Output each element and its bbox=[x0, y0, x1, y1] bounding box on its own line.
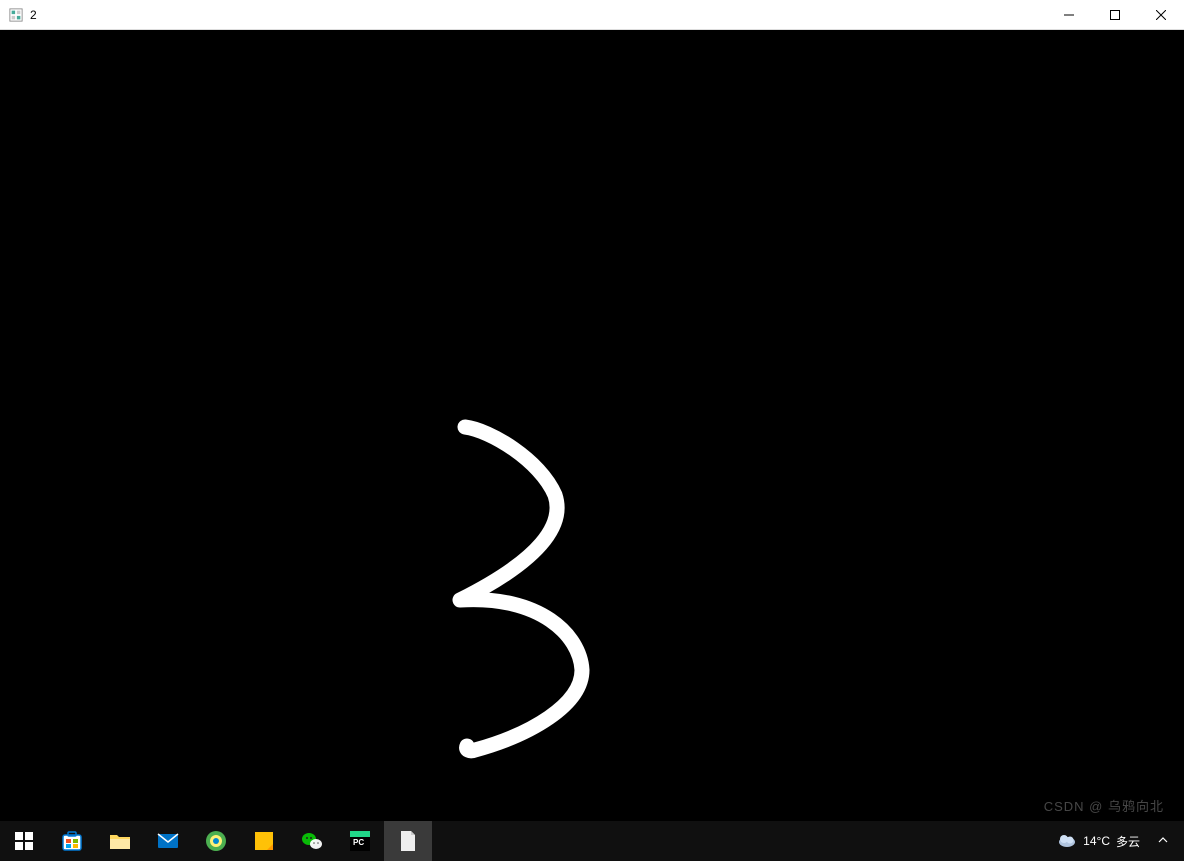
window-titlebar: 2 bbox=[0, 0, 1184, 30]
weather-desc: 多云 bbox=[1116, 833, 1140, 850]
taskbar-store-icon[interactable] bbox=[48, 821, 96, 861]
taskbar-wechat-icon[interactable] bbox=[288, 821, 336, 861]
window-title: 2 bbox=[30, 8, 37, 22]
taskbar: PC 14°C 多云 bbox=[0, 821, 1184, 861]
taskbar-right: 14°C 多云 bbox=[1051, 821, 1184, 861]
taskbar-explorer-icon[interactable] bbox=[96, 821, 144, 861]
handwritten-digit bbox=[0, 30, 1184, 821]
svg-text:PC: PC bbox=[353, 838, 364, 847]
system-tray bbox=[1154, 830, 1172, 852]
cloud-icon bbox=[1057, 832, 1077, 851]
taskbar-left: PC bbox=[0, 821, 432, 861]
weather-temp: 14°C bbox=[1083, 834, 1110, 848]
app-icon bbox=[8, 7, 24, 23]
taskbar-document-icon[interactable] bbox=[384, 821, 432, 861]
drawing-canvas[interactable] bbox=[0, 30, 1184, 821]
taskbar-pycharm-icon[interactable]: PC bbox=[336, 821, 384, 861]
maximize-button[interactable] bbox=[1092, 0, 1138, 29]
start-button[interactable] bbox=[0, 821, 48, 861]
taskbar-edge-icon[interactable] bbox=[192, 821, 240, 861]
window-controls bbox=[1046, 0, 1184, 29]
weather-widget[interactable]: 14°C 多云 bbox=[1051, 821, 1146, 861]
titlebar-left: 2 bbox=[8, 7, 37, 23]
taskbar-mail-icon[interactable] bbox=[144, 821, 192, 861]
minimize-button[interactable] bbox=[1046, 0, 1092, 29]
taskbar-sticky-icon[interactable] bbox=[240, 821, 288, 861]
close-button[interactable] bbox=[1138, 0, 1184, 29]
show-hidden-icons[interactable] bbox=[1154, 830, 1172, 852]
